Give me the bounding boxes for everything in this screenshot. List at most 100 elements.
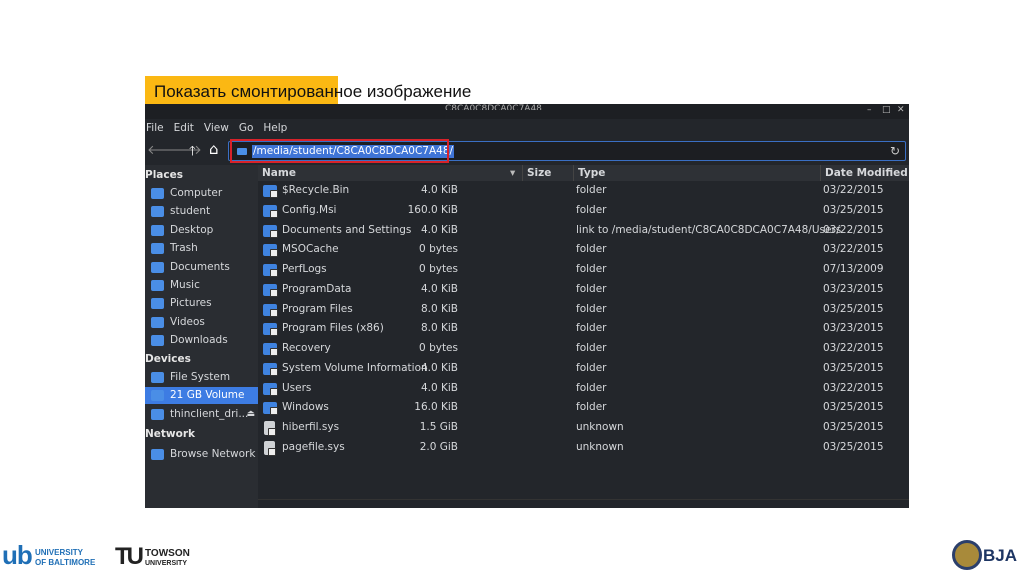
file-name: PerfLogs xyxy=(282,263,327,275)
sidebar-item-label: Music xyxy=(170,279,200,291)
file-row[interactable]: ProgramData 4.0 KiB folder 03/23/2015 xyxy=(258,280,909,300)
menu-file[interactable]: File xyxy=(146,120,164,136)
sidebar-item[interactable]: Browse Network xyxy=(145,446,258,463)
file-name: pagefile.sys xyxy=(282,440,345,453)
file-type: unknown xyxy=(576,421,624,433)
file-row[interactable]: Config.Msi 160.0 KiB folder 03/25/2015 xyxy=(258,201,909,221)
place-icon xyxy=(151,188,164,199)
place-icon xyxy=(151,408,164,420)
file-name: Documents and Settings xyxy=(282,223,412,236)
folder-icon xyxy=(263,402,278,416)
folder-icon xyxy=(263,264,278,277)
column-header: Name ▾ Size Type Date Modified xyxy=(258,165,909,181)
file-date: 03/23/2015 xyxy=(823,282,884,295)
file-date: 03/25/2015 xyxy=(823,302,884,315)
sidebar-item[interactable]: student xyxy=(145,203,258,220)
file-size: 8.0 KiB xyxy=(420,322,458,335)
file-date: 07/13/2009 xyxy=(823,263,884,275)
menu-view[interactable]: View xyxy=(204,120,229,136)
file-row[interactable]: Windows 16.0 KiB folder 03/25/2015 xyxy=(258,398,909,418)
file-row[interactable]: Recovery 0 bytes folder 03/22/2015 xyxy=(258,339,909,359)
reload-icon[interactable]: ↻ xyxy=(890,144,900,158)
file-type: folder xyxy=(576,381,607,394)
sidebar-item[interactable]: Documents xyxy=(145,259,258,276)
file-list: Name ▾ Size Type Date Modified $Recycle.… xyxy=(258,165,909,508)
sidebar-item-label: Browse Network xyxy=(170,448,256,460)
folder-icon xyxy=(263,204,278,218)
file-type: link to /media/student/C8CA0C8DCA0C7A48/… xyxy=(576,223,842,236)
sidebar-item-label: Documents xyxy=(170,260,230,273)
file-row[interactable]: hiberfil.sys 1.5 GiB unknown 03/25/2015 xyxy=(258,418,909,438)
place-icon xyxy=(151,280,164,291)
file-type: folder xyxy=(576,302,607,315)
file-row[interactable]: Program Files 8.0 KiB folder 03/25/2015 xyxy=(258,300,909,320)
folder-icon xyxy=(263,224,278,238)
sidebar-item[interactable]: Trash xyxy=(145,240,258,257)
sidebar-item[interactable]: 21 GB Volume xyxy=(145,387,258,405)
highlight-box xyxy=(230,139,449,163)
sidebar-item[interactable]: Computer xyxy=(145,185,258,202)
file-date: 03/25/2015 xyxy=(823,401,884,414)
file-row[interactable]: Documents and Settings 4.0 KiB link to /me… xyxy=(258,221,909,241)
column-date[interactable]: Date Modified xyxy=(820,165,909,181)
file-name: Users xyxy=(282,381,312,394)
folder-icon xyxy=(263,362,278,376)
file-row[interactable]: System Volume Information 4.0 KiB folder 03… xyxy=(258,359,909,379)
file-date: 03/22/2015 xyxy=(823,243,884,256)
eject-icon[interactable]: ⏏ xyxy=(246,406,255,423)
maximize-button[interactable]: □ xyxy=(882,105,891,115)
slide-title: Показать смонтированное изображение xyxy=(145,76,505,107)
file-size: 4.0 KiB xyxy=(420,282,458,295)
sidebar-item[interactable]: Downloads xyxy=(145,332,258,349)
file-type: folder xyxy=(576,361,607,374)
file-date: 03/23/2015 xyxy=(823,322,884,335)
column-size[interactable]: Size xyxy=(522,165,573,181)
file-type: folder xyxy=(576,203,607,216)
sidebar-item[interactable]: Desktop xyxy=(145,222,258,239)
folder-icon xyxy=(263,323,278,337)
home-icon[interactable]: ⌂ xyxy=(209,140,219,158)
seal-icon xyxy=(952,540,982,570)
file-size: 0 bytes xyxy=(419,263,458,275)
menu-go[interactable]: Go xyxy=(239,120,254,136)
place-icon xyxy=(151,316,164,328)
file-type: folder xyxy=(576,243,607,256)
menu-edit[interactable]: Edit xyxy=(174,120,194,136)
close-button[interactable]: ✕ xyxy=(897,105,905,115)
file-row[interactable]: MSOCache 0 bytes folder 03/22/2015 xyxy=(258,240,909,260)
up-arrow-icon[interactable]: 🡑 xyxy=(189,142,196,164)
file-row[interactable]: Users 4.0 KiB folder 03/22/2015 xyxy=(258,379,909,399)
sidebar-item-label: 21 GB Volume xyxy=(170,389,245,402)
menu-bar: File Edit View Go Help xyxy=(145,120,287,136)
place-icon xyxy=(151,372,164,383)
file-row[interactable]: pagefile.sys 2.0 GiB unknown 03/25/2015 xyxy=(258,438,909,458)
place-icon xyxy=(151,390,164,402)
file-date: 03/22/2015 xyxy=(823,342,884,354)
file-size: 8.0 KiB xyxy=(420,302,458,315)
file-type: folder xyxy=(576,282,607,295)
sidebar: Places Computer student Desktop Trash Docume… xyxy=(145,165,258,508)
minimize-button[interactable]: – xyxy=(867,105,872,115)
file-size: 16.0 KiB xyxy=(414,401,458,414)
sidebar-item[interactable]: File System xyxy=(145,369,258,386)
menu-help[interactable]: Help xyxy=(263,120,287,136)
sidebar-item[interactable]: thinclient_dri... ⏏ xyxy=(145,406,258,423)
sort-arrow-icon: ▾ xyxy=(510,167,516,179)
file-date: 03/25/2015 xyxy=(823,440,884,453)
file-row[interactable]: Program Files (x86) 8.0 KiB folder 03/23/20… xyxy=(258,319,909,339)
file-name: Windows xyxy=(282,401,329,414)
file-row[interactable]: $Recycle.Bin 4.0 KiB folder 03/22/2015 xyxy=(258,181,909,201)
file-date: 03/25/2015 xyxy=(823,203,884,216)
file-icon xyxy=(264,421,276,436)
column-name[interactable]: Name xyxy=(258,165,522,181)
sidebar-item-label: Videos xyxy=(170,315,205,328)
sidebar-item[interactable]: Music xyxy=(145,277,258,294)
forward-arrow-icon[interactable]: 🡒 xyxy=(167,142,202,158)
column-type[interactable]: Type xyxy=(573,165,820,181)
file-row[interactable]: PerfLogs 0 bytes folder 07/13/2009 xyxy=(258,260,909,280)
sidebar-item[interactable]: Videos xyxy=(145,314,258,331)
file-date: 03/22/2015 xyxy=(823,223,884,236)
file-name: ProgramData xyxy=(282,282,352,295)
title-bar: C8CA0C8DCA0C7A48 – □ ✕ xyxy=(145,104,909,119)
sidebar-item[interactable]: Pictures xyxy=(145,295,258,312)
